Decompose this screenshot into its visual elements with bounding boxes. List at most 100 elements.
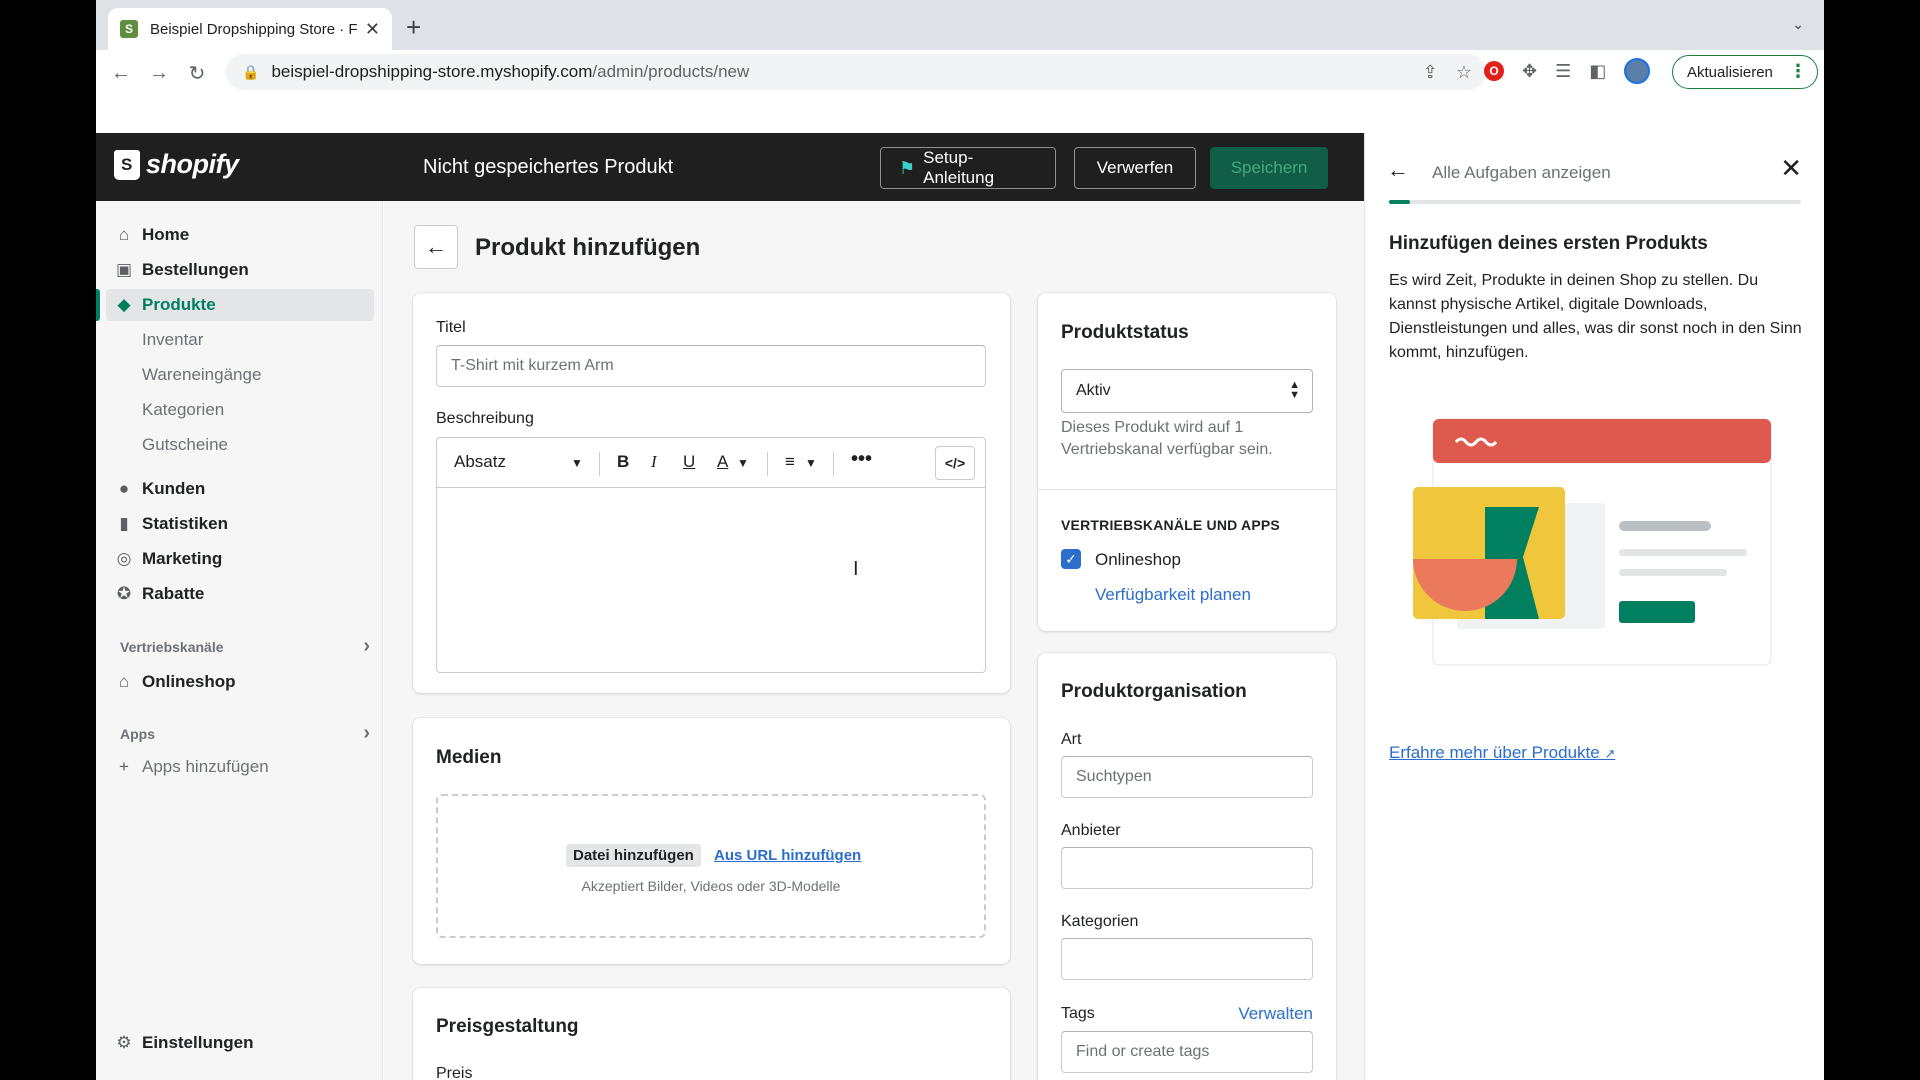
browser-toolbar: ← → ↻ 🔒 beispiel-dropshipping-store.mysh… [96, 50, 1824, 96]
gear-icon: ⚙ [116, 1033, 132, 1052]
sidebar-item-orders[interactable]: ▣ Bestellungen [106, 254, 374, 286]
sidebar-item-add-apps[interactable]: + Apps hinzufügen [106, 751, 374, 783]
add-file-button[interactable]: Datei hinzufügen [566, 844, 701, 867]
sidebar-item-products[interactable]: ◆ Produkte [106, 289, 374, 321]
sidebar-item-inventory[interactable]: Inventar [106, 324, 374, 356]
main-content: ← Produkt hinzufügen Titel T-Shirt mit k… [384, 201, 1364, 1080]
media-dropzone[interactable]: Datei hinzufügen Aus URL hinzufügen Akze… [436, 794, 986, 938]
vendor-label: Anbieter [1061, 822, 1121, 839]
opera-extension-icon[interactable]: O [1484, 61, 1504, 81]
text-color-icon[interactable]: A [717, 452, 728, 472]
status-help-text: Dieses Produkt wird auf 1 Vertriebskanal… [1061, 417, 1273, 461]
sidebar-item-home[interactable]: ⌂ Home [106, 219, 374, 251]
type-input[interactable]: Suchtypen [1061, 756, 1313, 798]
extensions-puzzle-icon[interactable]: ✥ [1522, 61, 1537, 82]
side-panel-icon[interactable]: ◧ [1589, 61, 1606, 82]
sidebar-item-label: Produkte [142, 295, 216, 314]
forward-arrow-icon[interactable]: → [140, 62, 178, 85]
chevron-right-icon[interactable]: › [363, 723, 370, 743]
manage-tags-link[interactable]: Verwalten [1238, 1004, 1313, 1024]
code-view-icon[interactable]: </> [935, 446, 975, 480]
caret-down-icon[interactable]: ▼ [805, 456, 817, 470]
sidebar-item-label: Rabatte [142, 584, 205, 603]
sidebar-item-label: Marketing [142, 549, 223, 568]
reload-icon[interactable]: ↻ [178, 61, 216, 86]
description-editor[interactable]: Absatz ▼ B I U A ▼ ≡ ▼ ••• </> I [436, 437, 986, 673]
update-label: Aktualisieren [1687, 63, 1773, 81]
close-tab-icon[interactable]: ✕ [365, 19, 380, 40]
bold-icon[interactable]: B [617, 452, 629, 472]
caret-down-icon[interactable]: ▼ [737, 456, 749, 470]
setup-guide-button[interactable]: ⚑ Setup-Anleitung [880, 147, 1056, 189]
view-all-tasks-link[interactable]: Alle Aufgaben anzeigen [1432, 163, 1611, 183]
tag-icon: ◆ [117, 295, 131, 314]
divider [1038, 489, 1336, 490]
more-options-icon[interactable]: ••• [851, 448, 872, 471]
align-left-icon[interactable]: ≡ [785, 452, 795, 472]
title-input[interactable]: T-Shirt mit kurzem Arm [436, 345, 986, 387]
external-link-icon: ↗ [1604, 746, 1616, 761]
admin-topbar: shopify Nicht gespeichertes Produkt ⚑ Se… [96, 133, 1364, 201]
progress-bar [1389, 200, 1801, 204]
text-cursor-icon: I [853, 558, 859, 580]
share-icon[interactable]: ⇪ [1423, 62, 1438, 83]
orders-icon: ▣ [115, 260, 133, 279]
address-bar[interactable]: 🔒 beispiel-dropshipping-store.myshopify.… [226, 54, 1486, 90]
sidebar-item-onlineshop[interactable]: ⌂ Onlineshop [106, 666, 374, 698]
sidebar-item-gift-cards[interactable]: Gutscheine [106, 429, 374, 461]
update-button[interactable]: Aktualisieren ⋮ [1672, 55, 1818, 89]
sidebar-item-discounts[interactable]: ✪ Rabatte [106, 578, 374, 610]
status-heading: Produktstatus [1061, 322, 1189, 343]
bookmark-star-icon[interactable]: ☆ [1456, 62, 1472, 83]
shopify-logo[interactable]: shopify [114, 149, 239, 180]
browser-tab[interactable]: S Beispiel Dropshipping Store · F ✕ [108, 8, 392, 50]
onlineshop-checkbox[interactable]: ✓ [1061, 549, 1081, 569]
sidebar-item-transfers[interactable]: Wareneingänge [106, 359, 374, 391]
learn-more-link[interactable]: Erfahre mehr über Produkte ↗ [1389, 743, 1615, 763]
sidebar-item-label: Einstellungen [142, 1033, 254, 1052]
panel-heading: Hinzufügen deines ersten Produkts [1389, 233, 1708, 254]
paragraph-select[interactable]: Absatz [454, 452, 506, 472]
tab-search-chevron-icon[interactable]: ⌄ [1792, 16, 1804, 33]
sidebar-item-marketing[interactable]: ◎ Marketing [106, 543, 374, 575]
browser-tab-bar: S Beispiel Dropshipping Store · F ✕ + ⌄ [96, 0, 1824, 50]
channel-label: Onlineshop [1095, 550, 1182, 569]
editor-toolbar: Absatz ▼ B I U A ▼ ≡ ▼ ••• </> [437, 438, 985, 488]
status-help-line1: Dieses Produkt wird auf 1 [1061, 419, 1244, 436]
tags-input[interactable]: Find or create tags [1061, 1031, 1313, 1073]
page-title: Produkt hinzufügen [475, 234, 701, 261]
sidebar-item-collections[interactable]: Kategorien [106, 394, 374, 426]
italic-icon[interactable]: I [651, 452, 657, 472]
status-select[interactable]: Aktiv ▲ ▼ [1061, 369, 1313, 413]
status-help-line2: Vertriebskanal verfügbar sein. [1061, 441, 1273, 458]
setup-guide-panel: ← Alle Aufgaben anzeigen ✕ Hinzufügen de… [1364, 133, 1824, 1080]
sidebar-item-analytics[interactable]: ▮ Statistiken [106, 508, 374, 540]
categories-input[interactable] [1061, 938, 1313, 980]
underline-icon[interactable]: U [683, 452, 695, 472]
schedule-availability-link[interactable]: Verfügbarkeit planen [1095, 585, 1251, 605]
save-button[interactable]: Speichern [1210, 147, 1328, 189]
product-illustration [1413, 418, 1772, 666]
media-control-icon[interactable]: ☰ [1555, 61, 1571, 82]
channels-section-header[interactable]: Vertriebskanäle › [120, 636, 370, 656]
sidebar-item-customers[interactable]: ● Kunden [106, 473, 374, 505]
vendor-input[interactable] [1061, 847, 1313, 889]
add-from-url-link[interactable]: Aus URL hinzufügen [714, 847, 861, 864]
caret-down-icon[interactable]: ▼ [571, 456, 583, 470]
close-icon[interactable]: ✕ [1780, 153, 1802, 184]
sidebar-item-settings[interactable]: ⚙ Einstellungen [106, 1027, 374, 1059]
back-arrow-icon[interactable]: ← [102, 62, 140, 85]
lock-icon: 🔒 [242, 63, 260, 80]
description-label: Beschreibung [436, 410, 534, 427]
discard-button[interactable]: Verwerfen [1074, 147, 1196, 189]
menu-dots-icon[interactable]: ⋮ [1789, 61, 1807, 82]
profile-avatar[interactable] [1624, 58, 1651, 84]
pricing-heading: Preisgestaltung [436, 1016, 579, 1037]
arrow-left-icon[interactable]: ← [1387, 157, 1409, 183]
chevron-right-icon[interactable]: › [363, 636, 370, 656]
categories-label: Kategorien [1061, 913, 1139, 930]
apps-section-header[interactable]: Apps › [120, 723, 370, 743]
back-button[interactable]: ← [414, 225, 458, 269]
learn-more-label: Erfahre mehr über Produkte [1389, 743, 1600, 762]
new-tab-icon[interactable]: + [406, 12, 421, 43]
